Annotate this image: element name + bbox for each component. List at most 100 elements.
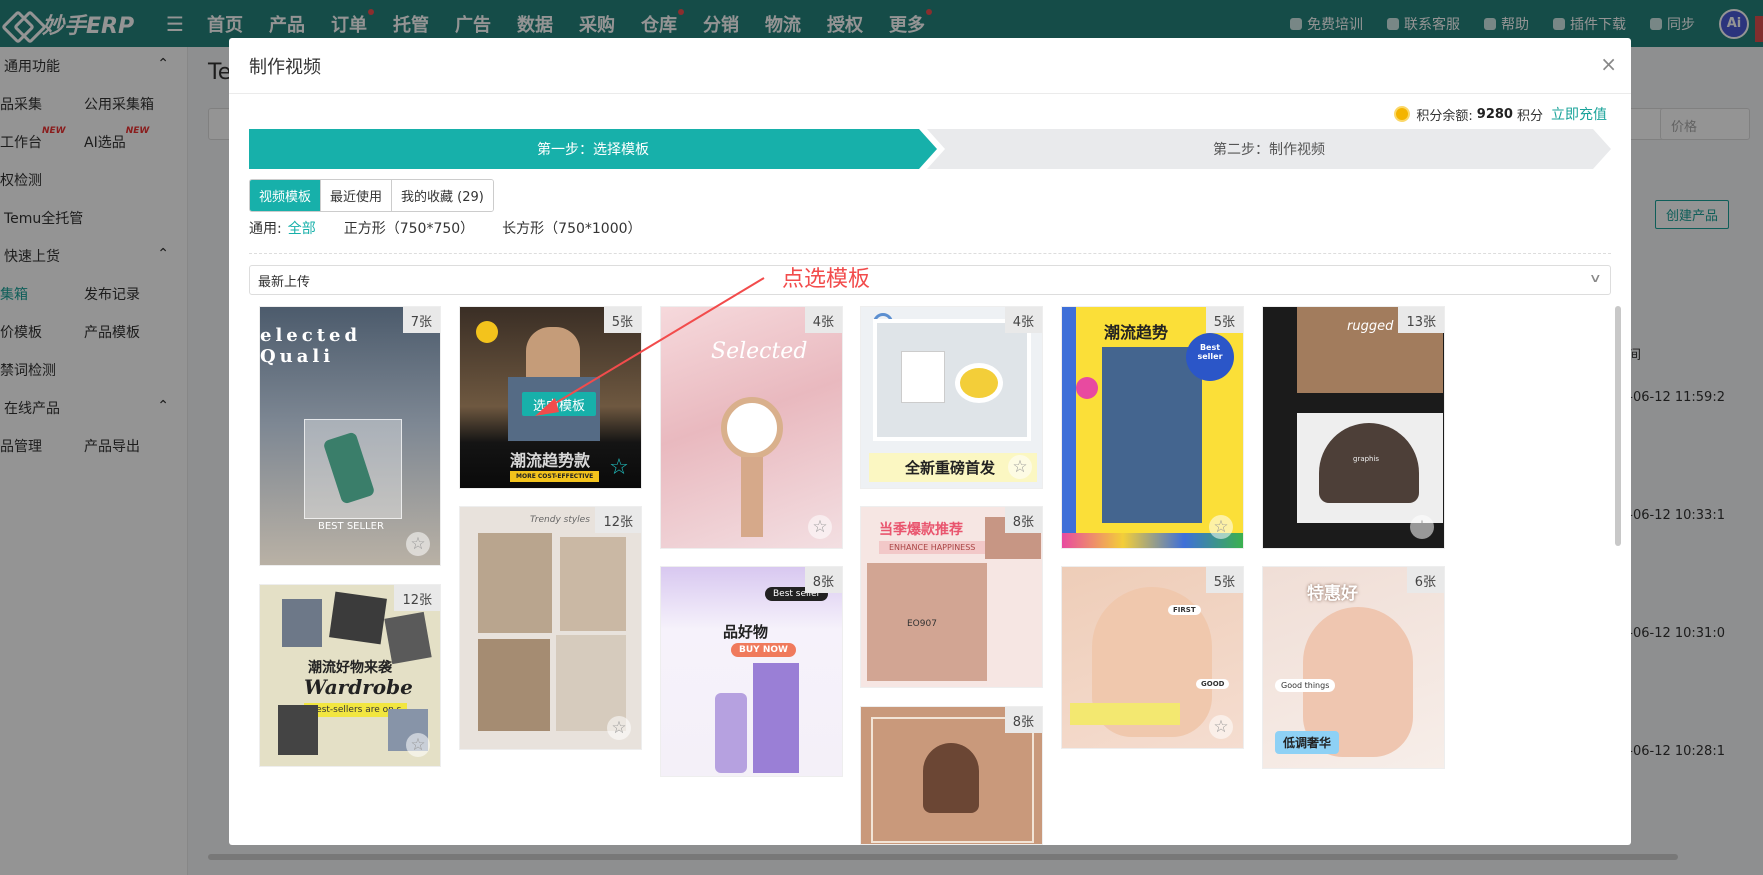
star-icon[interactable]: ☆ xyxy=(1209,515,1233,539)
caption-strip xyxy=(1070,703,1180,725)
image-count-badge: 6张 xyxy=(1406,567,1444,593)
recharge-link[interactable]: 立即充值 xyxy=(1551,104,1607,124)
star-icon[interactable]: ☆ xyxy=(406,733,430,757)
template-card[interactable]: 潮流趋势款 MORE COST-EFFECTIVE 选中模板 5张 ☆ xyxy=(459,306,642,489)
template-card[interactable]: 8张 xyxy=(860,706,1043,845)
bottle-image xyxy=(715,693,747,773)
card-text: Selected xyxy=(711,339,808,364)
card-text: rugged xyxy=(1347,319,1394,334)
filter-all[interactable]: 全部 xyxy=(288,218,316,238)
template-card[interactable]: 全新重磅首发 4张 ☆ xyxy=(860,306,1043,489)
template-grid: elected Quali BEST SELLER 7张 ☆ 潮流好物来袭 Wa… xyxy=(259,306,1589,845)
card-text: ENHANCE HAPPINESS xyxy=(879,541,986,554)
card-text: 潮流趋势款 xyxy=(510,451,591,470)
star-icon[interactable]: ☆ xyxy=(607,455,631,480)
image-count-badge: 8张 xyxy=(1004,707,1042,733)
product-box-image xyxy=(901,351,945,403)
card-text: EO907 xyxy=(907,619,937,629)
sort-value: 最新上传 xyxy=(258,274,311,290)
card-image xyxy=(560,537,626,631)
sun-icon xyxy=(476,321,498,343)
template-card[interactable]: 潮流趋势 Best seller 5张 ☆ xyxy=(1061,306,1244,549)
make-video-dialog: 制作视频 × 积分余额: 9280 积分 立即充值 第一步：选择模板 第二步：制… xyxy=(229,38,1631,845)
template-card[interactable]: rugged graphis 13张 ☆ xyxy=(1262,306,1445,549)
card-text: Best seller xyxy=(1197,343,1223,361)
image-count-badge: 8张 xyxy=(804,567,842,593)
template-card[interactable]: 当季爆款推荐 ENHANCE HAPPINESS EO907 8张 xyxy=(860,506,1043,688)
step-indicator: 第一步：选择模板 第二步：制作视频 xyxy=(249,129,1611,169)
card-text: GOOD xyxy=(1196,679,1230,689)
card-image xyxy=(329,591,387,645)
size-filter: 通用: 全部 正方形（750*750） 长方形（750*1000） xyxy=(249,218,642,238)
card-text: 潮流趋势 xyxy=(1104,323,1169,342)
template-tabs: 视频模板 最近使用 我的收藏 (29) xyxy=(249,179,494,212)
coin-icon xyxy=(1394,106,1411,122)
card-text: Wardrobe xyxy=(304,675,413,699)
image-count-badge: 5张 xyxy=(603,307,641,333)
card-text: Trendy styles xyxy=(530,515,590,525)
template-card[interactable]: elected Quali BEST SELLER 7张 ☆ xyxy=(259,306,441,566)
select-template-button[interactable]: 选中模板 xyxy=(522,392,596,416)
card-image-frame xyxy=(873,319,1031,441)
card-image xyxy=(278,705,318,755)
flower-decoration xyxy=(1076,377,1098,399)
image-count-badge: 4张 xyxy=(1004,307,1042,333)
chevron-down-icon: ∨ xyxy=(1589,271,1603,285)
star-icon[interactable]: ☆ xyxy=(808,515,832,539)
image-count-badge: 12张 xyxy=(595,507,641,533)
points-balance: 积分余额: 9280 积分 立即充值 xyxy=(1394,104,1607,124)
watch-image xyxy=(721,397,783,459)
filter-square[interactable]: 正方形（750*750） xyxy=(344,218,474,238)
template-card[interactable]: Selected 4张 ☆ xyxy=(660,306,843,549)
star-icon[interactable]: ☆ xyxy=(1410,515,1434,539)
hint-text: 点选模板 xyxy=(782,267,871,292)
step-2: 第二步：制作视频 xyxy=(927,129,1611,169)
card-text: MORE COST-EFFECTIVE xyxy=(510,471,600,482)
points-label: 积分余额: xyxy=(1416,108,1473,124)
denim-image xyxy=(1102,347,1202,523)
star-icon[interactable]: ☆ xyxy=(406,532,430,556)
points-unit: 积分 xyxy=(1516,108,1543,124)
card-text: 低调奢华 xyxy=(1275,731,1340,754)
image-count-badge: 4张 xyxy=(804,307,842,333)
image-count-badge: 7张 xyxy=(402,307,440,333)
card-text: 当季爆款推荐 xyxy=(879,522,963,538)
filter-rectangle[interactable]: 长方形（750*1000） xyxy=(502,218,641,238)
card-text: FIRST xyxy=(1168,605,1201,615)
star-icon[interactable]: ☆ xyxy=(1209,715,1233,739)
tab-video-templates[interactable]: 视频模板 xyxy=(250,180,322,211)
card-text: 品好物 xyxy=(723,623,769,641)
stripe-decoration xyxy=(1062,307,1076,548)
star-icon[interactable]: ☆ xyxy=(1008,455,1032,479)
vertical-scrollbar[interactable] xyxy=(1615,306,1621,546)
template-card[interactable]: 特惠好 Good things 低调奢华 6张 xyxy=(1262,566,1445,769)
card-text: 潮流好物来袭 xyxy=(308,660,392,676)
card-text: BEST SELLER xyxy=(318,521,384,532)
card-text: Good things xyxy=(1275,679,1336,692)
image-count-badge: 5张 xyxy=(1205,567,1243,593)
dialog-header: 制作视频 × xyxy=(229,38,1631,94)
card-text: BUY NOW xyxy=(731,643,796,657)
watch-strap xyxy=(741,457,763,537)
product-jar-image xyxy=(955,363,1003,403)
points-value: 9280 xyxy=(1476,106,1513,122)
template-card[interactable]: Trendy styles 12张 ☆ xyxy=(459,506,642,750)
template-card[interactable]: 潮流好物来袭 Wardrobe Best-sellers are on s 12… xyxy=(259,584,441,767)
image-count-badge: 5张 xyxy=(1205,307,1243,333)
star-icon[interactable]: ☆ xyxy=(607,716,631,740)
card-image xyxy=(478,533,552,633)
tab-recent[interactable]: 最近使用 xyxy=(321,180,393,211)
model-image xyxy=(923,743,979,813)
card-image xyxy=(478,639,550,731)
sort-select[interactable]: 最新上传 ∨ xyxy=(249,265,1611,295)
tab-favorites[interactable]: 我的收藏 (29) xyxy=(392,180,493,211)
box-image xyxy=(753,663,799,773)
step-1: 第一步：选择模板 xyxy=(249,129,937,169)
card-image xyxy=(282,599,322,647)
dialog-title: 制作视频 xyxy=(249,56,321,78)
filter-label: 通用: xyxy=(249,221,282,237)
divider xyxy=(249,253,1611,254)
template-card[interactable]: Best seller 品好物 BUY NOW 8张 xyxy=(660,566,843,777)
close-icon[interactable]: × xyxy=(1600,52,1617,76)
template-card[interactable]: FIRST GOOD 5张 ☆ xyxy=(1061,566,1244,749)
